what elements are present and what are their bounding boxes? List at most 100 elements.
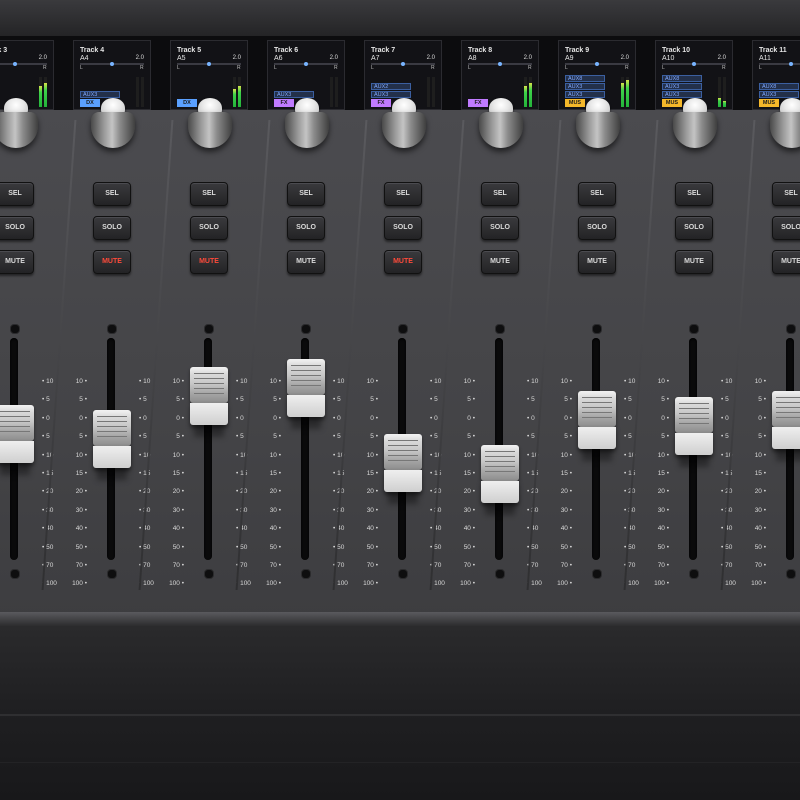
scale-tick-label: 50 • [560,543,572,551]
solo-button[interactable]: SOLO [190,216,228,240]
solo-button[interactable]: SOLO [481,216,519,240]
mute-button[interactable]: MUTE [0,250,34,274]
fader-scale-left: 10 • 5 • 0 • 5 • 10 • 15 • 20 • 30 • 40 • 50 • 70 … [261,36,281,587]
mute-button[interactable]: MUTE [287,250,325,274]
scale-tick-label: • 100 [236,580,251,588]
scale-tick-label: 30 • [657,506,669,514]
sel-button[interactable]: SEL [675,182,713,206]
mute-button[interactable]: MUTE [93,250,131,274]
channel-fader[interactable] [384,434,422,504]
sel-button[interactable]: SEL [0,182,34,206]
fader-scale-left: 10 • 5 • 0 • 5 • 10 • 15 • 20 • 30 • 40 • 50 • 70 … [455,36,475,587]
scale-tick-label: 30 • [366,506,378,514]
scale-tick-label: • 10 [139,378,151,385]
rotary-encoder-knob[interactable] [477,98,525,156]
channel-fader[interactable] [190,366,228,437]
scale-tick-label: 15 • [463,470,475,477]
fader-grip-line [291,379,321,381]
rotary-encoder-knob[interactable] [89,98,137,156]
scale-tick-label: 0 • [370,414,378,422]
scale-tick-label: 10 • [754,451,766,459]
mute-button[interactable]: MUTE [384,250,422,274]
sel-button[interactable]: SEL [384,182,422,206]
scale-tick-label: 50 • [366,543,378,551]
pan-indicator [468,62,532,66]
sel-button[interactable]: SEL [481,182,519,206]
rotary-encoder-knob[interactable] [768,98,800,156]
scale-tick-label: 10 • [366,378,378,385]
sel-button[interactable]: SEL [287,182,325,206]
scale-tick-label: 70 • [657,562,669,569]
fader-scale-right: • 10• 5• 0• 5• 10• 15• 20• 30• 40• 50• 7… [42,36,62,587]
scale-tick-label: 5 • [370,396,378,404]
channel-fader[interactable] [772,390,800,461]
mute-button[interactable]: MUTE [772,250,800,274]
scale-tick-label: 100 • [72,580,87,588]
rotary-encoder-knob[interactable] [671,98,719,156]
front-panel [0,626,800,800]
fader-scale-left: 10 • 5 • 0 • 5 • 10 • 15 • 20 • 30 • 40 • 50 • 70 … [552,36,572,587]
knob-body [673,112,717,148]
solo-button[interactable]: SOLO [675,216,713,240]
scale-tick-label: • 0 [624,414,632,422]
mute-button[interactable]: MUTE [481,250,519,274]
slot-screw-top [10,324,20,334]
sel-button[interactable]: SEL [772,182,800,206]
solo-button[interactable]: SOLO [287,216,325,240]
knob-body [91,112,135,148]
fader-grip-line [582,396,612,398]
channel-fader[interactable] [675,397,713,468]
sel-button[interactable]: SEL [190,182,228,206]
scale-tick-label: • 5 [527,433,535,441]
scale-tick-label: • 10 [624,378,636,385]
scale-tick-label: • 100 [139,580,154,588]
solo-button[interactable]: SOLO [578,216,616,240]
pan-indicator [80,62,144,66]
scale-tick-label: 10 • [754,378,766,385]
channel-fader[interactable] [578,390,616,461]
channel-fader[interactable] [287,358,325,429]
rotary-encoder-knob[interactable] [0,98,40,156]
rotary-encoder-knob[interactable] [380,98,428,156]
scale-tick-label: 20 • [366,488,378,496]
channel-fader[interactable] [481,445,519,516]
mixing-console-surface: Track 3A32.0LRSELSOLOMUTE10 •5 •0 •5 •10… [0,0,800,800]
scale-tick-label: 0 • [79,414,87,422]
fader-scale-right: • 10• 5• 0• 5• 10• 15• 20• 30• 40• 50• 7… [333,36,353,587]
scale-tick-label: 100 • [654,580,669,588]
scale-tick-label: • 5 [624,396,632,404]
slot-screw-top [301,324,311,334]
solo-button[interactable]: SOLO [384,216,422,240]
scale-tick-label: • 0 [139,414,147,422]
mute-button[interactable]: MUTE [578,250,616,274]
rotary-encoder-knob[interactable] [574,98,622,156]
sel-button[interactable]: SEL [578,182,616,206]
scale-tick-label: 5 • [467,396,475,404]
fader-scale-left: 10 • 5 • 0 • 5 • 10 • 15 • 20 • 30 • 40 • 50 • 70 … [746,36,766,587]
channel-fader[interactable] [93,410,131,480]
sel-button[interactable]: SEL [93,182,131,206]
pan-indicator [0,62,47,66]
scale-tick-label: 40 • [463,525,475,533]
mute-button[interactable]: MUTE [190,250,228,274]
rotary-encoder-knob[interactable] [186,98,234,156]
scale-tick-label: 20 • [657,488,669,496]
fader-grip-line [582,406,612,408]
solo-button[interactable]: SOLO [0,216,34,240]
mute-button[interactable]: MUTE [675,250,713,274]
fader-scale-right: • 10• 5• 0• 5• 10• 15• 20• 30• 40• 50• 7… [624,36,644,587]
solo-button[interactable]: SOLO [93,216,131,240]
fader-grip-line [0,426,30,428]
channel-fader[interactable] [0,405,34,476]
scale-tick-label: 50 • [754,543,766,551]
scale-tick-label: 10 • [560,378,572,385]
scale-tick-label: 30 • [75,506,87,514]
slot-screw-top [495,324,505,334]
solo-button[interactable]: SOLO [772,216,800,240]
scale-tick-label: • 5 [139,433,147,441]
pan-indicator [274,62,338,66]
rotary-encoder-knob[interactable] [283,98,331,156]
scale-tick-label: 70 • [463,562,475,569]
fader-cap-front [0,441,34,464]
scale-tick-label: • 5 [430,396,438,404]
